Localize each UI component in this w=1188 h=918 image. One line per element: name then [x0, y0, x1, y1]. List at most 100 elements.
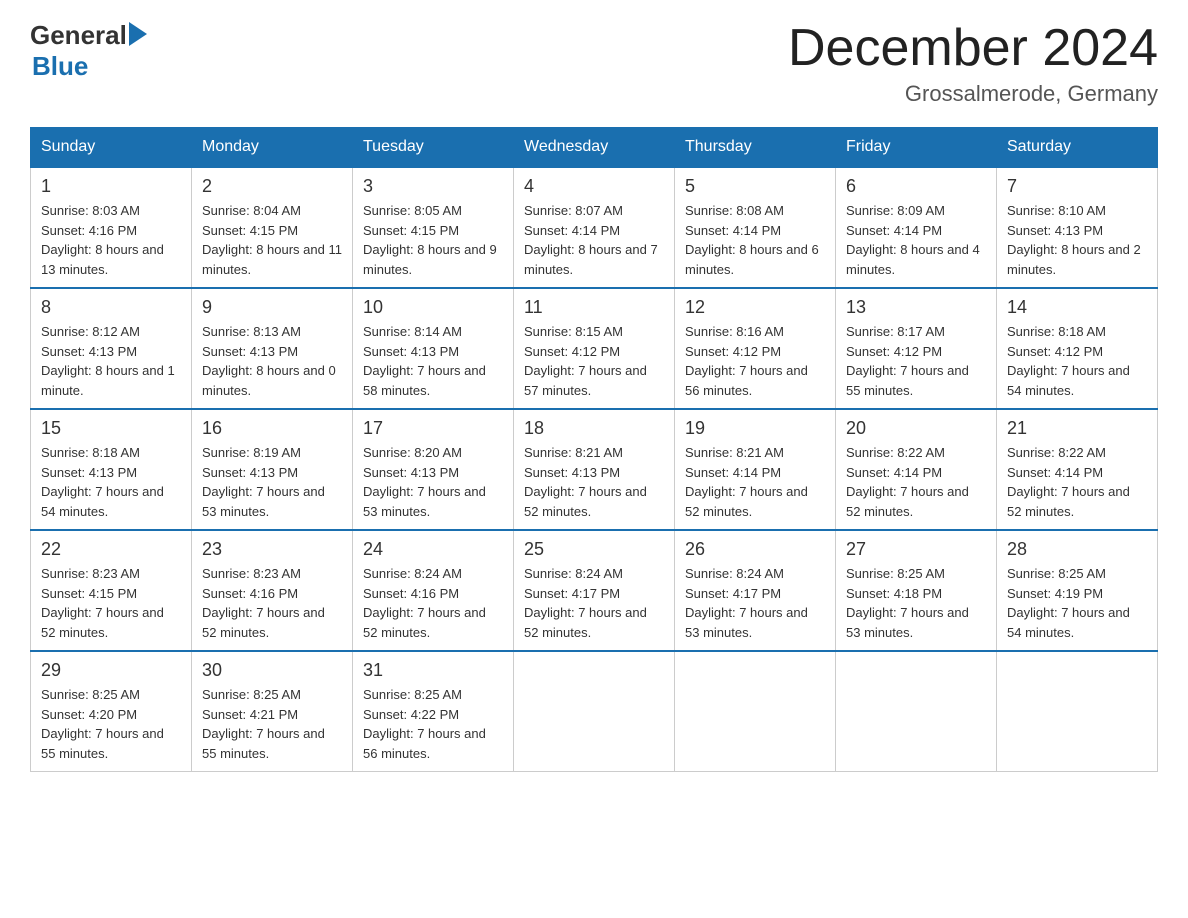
calendar-cell: 22 Sunrise: 8:23 AMSunset: 4:15 PMDaylig…	[31, 530, 192, 651]
day-info: Sunrise: 8:16 AMSunset: 4:12 PMDaylight:…	[685, 322, 825, 400]
day-info: Sunrise: 8:17 AMSunset: 4:12 PMDaylight:…	[846, 322, 986, 400]
location-subtitle: Grossalmerode, Germany	[788, 81, 1158, 107]
day-number: 18	[524, 418, 664, 439]
day-info: Sunrise: 8:14 AMSunset: 4:13 PMDaylight:…	[363, 322, 503, 400]
day-info: Sunrise: 8:03 AMSunset: 4:16 PMDaylight:…	[41, 201, 181, 279]
day-info: Sunrise: 8:25 AMSunset: 4:22 PMDaylight:…	[363, 685, 503, 763]
day-number: 3	[363, 176, 503, 197]
day-info: Sunrise: 8:07 AMSunset: 4:14 PMDaylight:…	[524, 201, 664, 279]
day-info: Sunrise: 8:04 AMSunset: 4:15 PMDaylight:…	[202, 201, 342, 279]
calendar-cell: 6 Sunrise: 8:09 AMSunset: 4:14 PMDayligh…	[836, 167, 997, 288]
day-number: 11	[524, 297, 664, 318]
calendar-cell	[675, 651, 836, 772]
page-header: General Blue December 2024 Grossalmerode…	[30, 20, 1158, 107]
calendar-cell: 5 Sunrise: 8:08 AMSunset: 4:14 PMDayligh…	[675, 167, 836, 288]
logo-general-text: General	[30, 20, 127, 51]
day-number: 19	[685, 418, 825, 439]
calendar-cell: 21 Sunrise: 8:22 AMSunset: 4:14 PMDaylig…	[997, 409, 1158, 530]
day-info: Sunrise: 8:25 AMSunset: 4:21 PMDaylight:…	[202, 685, 342, 763]
day-info: Sunrise: 8:25 AMSunset: 4:20 PMDaylight:…	[41, 685, 181, 763]
day-number: 5	[685, 176, 825, 197]
calendar-cell: 10 Sunrise: 8:14 AMSunset: 4:13 PMDaylig…	[353, 288, 514, 409]
day-number: 25	[524, 539, 664, 560]
title-section: December 2024 Grossalmerode, Germany	[788, 20, 1158, 107]
calendar-cell	[514, 651, 675, 772]
calendar-cell: 30 Sunrise: 8:25 AMSunset: 4:21 PMDaylig…	[192, 651, 353, 772]
day-number: 12	[685, 297, 825, 318]
calendar-cell: 26 Sunrise: 8:24 AMSunset: 4:17 PMDaylig…	[675, 530, 836, 651]
header-monday: Monday	[192, 128, 353, 168]
calendar-cell: 11 Sunrise: 8:15 AMSunset: 4:12 PMDaylig…	[514, 288, 675, 409]
day-info: Sunrise: 8:20 AMSunset: 4:13 PMDaylight:…	[363, 443, 503, 521]
calendar-cell: 20 Sunrise: 8:22 AMSunset: 4:14 PMDaylig…	[836, 409, 997, 530]
calendar-cell: 4 Sunrise: 8:07 AMSunset: 4:14 PMDayligh…	[514, 167, 675, 288]
day-number: 8	[41, 297, 181, 318]
week-row-5: 29 Sunrise: 8:25 AMSunset: 4:20 PMDaylig…	[31, 651, 1158, 772]
calendar-cell: 24 Sunrise: 8:24 AMSunset: 4:16 PMDaylig…	[353, 530, 514, 651]
day-info: Sunrise: 8:05 AMSunset: 4:15 PMDaylight:…	[363, 201, 503, 279]
day-number: 13	[846, 297, 986, 318]
calendar-cell: 29 Sunrise: 8:25 AMSunset: 4:20 PMDaylig…	[31, 651, 192, 772]
day-info: Sunrise: 8:22 AMSunset: 4:14 PMDaylight:…	[1007, 443, 1147, 521]
calendar-cell: 7 Sunrise: 8:10 AMSunset: 4:13 PMDayligh…	[997, 167, 1158, 288]
calendar-cell: 8 Sunrise: 8:12 AMSunset: 4:13 PMDayligh…	[31, 288, 192, 409]
day-info: Sunrise: 8:09 AMSunset: 4:14 PMDaylight:…	[846, 201, 986, 279]
day-info: Sunrise: 8:10 AMSunset: 4:13 PMDaylight:…	[1007, 201, 1147, 279]
day-number: 10	[363, 297, 503, 318]
calendar-cell: 2 Sunrise: 8:04 AMSunset: 4:15 PMDayligh…	[192, 167, 353, 288]
week-row-2: 8 Sunrise: 8:12 AMSunset: 4:13 PMDayligh…	[31, 288, 1158, 409]
day-number: 6	[846, 176, 986, 197]
week-row-4: 22 Sunrise: 8:23 AMSunset: 4:15 PMDaylig…	[31, 530, 1158, 651]
day-number: 30	[202, 660, 342, 681]
day-number: 24	[363, 539, 503, 560]
header-friday: Friday	[836, 128, 997, 168]
week-row-3: 15 Sunrise: 8:18 AMSunset: 4:13 PMDaylig…	[31, 409, 1158, 530]
day-info: Sunrise: 8:25 AMSunset: 4:19 PMDaylight:…	[1007, 564, 1147, 642]
month-title: December 2024	[788, 20, 1158, 77]
calendar-cell: 28 Sunrise: 8:25 AMSunset: 4:19 PMDaylig…	[997, 530, 1158, 651]
day-number: 23	[202, 539, 342, 560]
calendar-cell: 31 Sunrise: 8:25 AMSunset: 4:22 PMDaylig…	[353, 651, 514, 772]
day-number: 27	[846, 539, 986, 560]
day-info: Sunrise: 8:22 AMSunset: 4:14 PMDaylight:…	[846, 443, 986, 521]
day-number: 9	[202, 297, 342, 318]
header-saturday: Saturday	[997, 128, 1158, 168]
day-number: 17	[363, 418, 503, 439]
day-info: Sunrise: 8:23 AMSunset: 4:16 PMDaylight:…	[202, 564, 342, 642]
calendar-cell: 16 Sunrise: 8:19 AMSunset: 4:13 PMDaylig…	[192, 409, 353, 530]
calendar-cell: 15 Sunrise: 8:18 AMSunset: 4:13 PMDaylig…	[31, 409, 192, 530]
calendar-cell: 25 Sunrise: 8:24 AMSunset: 4:17 PMDaylig…	[514, 530, 675, 651]
day-number: 7	[1007, 176, 1147, 197]
day-info: Sunrise: 8:25 AMSunset: 4:18 PMDaylight:…	[846, 564, 986, 642]
logo-arrow-icon	[129, 22, 147, 46]
calendar-cell	[997, 651, 1158, 772]
day-number: 14	[1007, 297, 1147, 318]
calendar-cell: 27 Sunrise: 8:25 AMSunset: 4:18 PMDaylig…	[836, 530, 997, 651]
day-number: 20	[846, 418, 986, 439]
day-number: 1	[41, 176, 181, 197]
calendar-cell: 14 Sunrise: 8:18 AMSunset: 4:12 PMDaylig…	[997, 288, 1158, 409]
day-info: Sunrise: 8:23 AMSunset: 4:15 PMDaylight:…	[41, 564, 181, 642]
day-info: Sunrise: 8:24 AMSunset: 4:17 PMDaylight:…	[524, 564, 664, 642]
calendar-cell: 1 Sunrise: 8:03 AMSunset: 4:16 PMDayligh…	[31, 167, 192, 288]
day-info: Sunrise: 8:08 AMSunset: 4:14 PMDaylight:…	[685, 201, 825, 279]
week-row-1: 1 Sunrise: 8:03 AMSunset: 4:16 PMDayligh…	[31, 167, 1158, 288]
day-number: 31	[363, 660, 503, 681]
calendar-cell	[836, 651, 997, 772]
day-info: Sunrise: 8:18 AMSunset: 4:13 PMDaylight:…	[41, 443, 181, 521]
calendar-cell: 9 Sunrise: 8:13 AMSunset: 4:13 PMDayligh…	[192, 288, 353, 409]
day-info: Sunrise: 8:21 AMSunset: 4:14 PMDaylight:…	[685, 443, 825, 521]
calendar-cell: 13 Sunrise: 8:17 AMSunset: 4:12 PMDaylig…	[836, 288, 997, 409]
day-info: Sunrise: 8:18 AMSunset: 4:12 PMDaylight:…	[1007, 322, 1147, 400]
day-info: Sunrise: 8:15 AMSunset: 4:12 PMDaylight:…	[524, 322, 664, 400]
calendar-cell: 23 Sunrise: 8:23 AMSunset: 4:16 PMDaylig…	[192, 530, 353, 651]
header-sunday: Sunday	[31, 128, 192, 168]
calendar-cell: 12 Sunrise: 8:16 AMSunset: 4:12 PMDaylig…	[675, 288, 836, 409]
day-number: 22	[41, 539, 181, 560]
day-info: Sunrise: 8:19 AMSunset: 4:13 PMDaylight:…	[202, 443, 342, 521]
logo-blue-text: Blue	[32, 51, 88, 82]
day-number: 29	[41, 660, 181, 681]
logo: General Blue	[30, 20, 147, 82]
calendar-header-row: SundayMondayTuesdayWednesdayThursdayFrid…	[31, 128, 1158, 168]
day-number: 4	[524, 176, 664, 197]
